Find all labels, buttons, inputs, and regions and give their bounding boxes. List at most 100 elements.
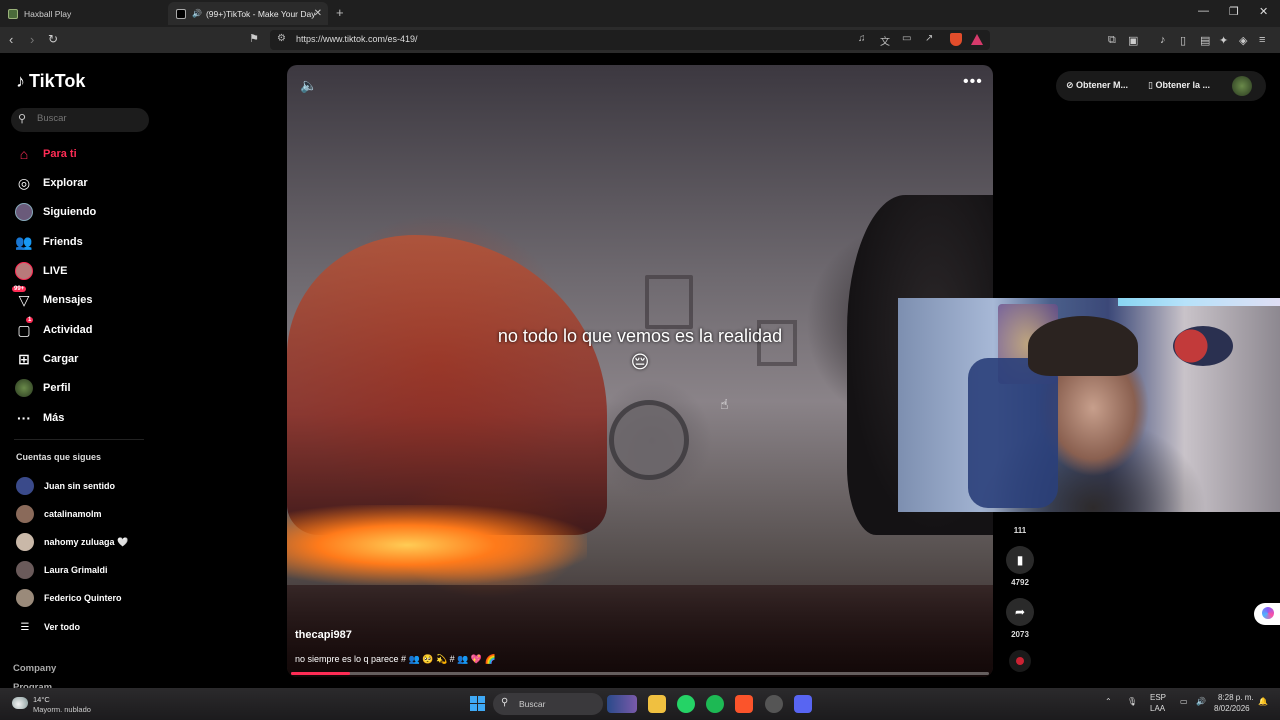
share-page-icon[interactable]: ↗ [925, 33, 933, 44]
video-author[interactable]: thecapi987 [295, 629, 352, 641]
brave-icon[interactable] [735, 695, 753, 713]
restore-button[interactable]: ❐ [1229, 5, 1239, 18]
back-button[interactable]: ‹ [9, 32, 13, 47]
profile-avatar[interactable] [1232, 76, 1252, 96]
tray-expand-icon[interactable]: ⌃ [1105, 697, 1112, 706]
haxball-favicon-icon [8, 8, 18, 19]
clock-time[interactable]: 8:28 p. m. [1218, 693, 1254, 702]
avatar [16, 505, 34, 523]
media-icon[interactable]: ♫ [858, 33, 866, 44]
sidebar-toggle-icon[interactable]: ▯ [1180, 34, 1186, 47]
live-avatar-icon [14, 261, 34, 281]
weather-widget[interactable]: 14°C Mayorm. nublado [10, 694, 110, 716]
reload-button[interactable]: ↻ [48, 32, 58, 46]
site-info-icon[interactable]: ⚙ [277, 33, 286, 44]
nav-explorar[interactable]: ◎ Explorar [14, 171, 88, 195]
music-icon[interactable]: ♪ [1160, 34, 1166, 46]
get-app-button[interactable]: ▯ Obtener la ... [1148, 80, 1210, 91]
following-item[interactable]: catalinamolm [16, 504, 102, 524]
nav-para-ti[interactable]: ⌂ Para ti [14, 142, 77, 166]
bookmark-icon[interactable]: ▮ [1006, 546, 1034, 574]
language-top[interactable]: ESP [1150, 693, 1166, 702]
home-icon: ⌂ [19, 146, 29, 162]
messages-badge: 99+ [12, 286, 27, 292]
new-tab-button[interactable]: + [336, 5, 344, 20]
nav-actividad[interactable]: ▢ 1 Actividad [14, 317, 93, 342]
spotify-icon[interactable] [706, 695, 724, 713]
music-disc-icon[interactable] [1009, 650, 1031, 672]
music-disc-action[interactable] [1005, 650, 1035, 672]
search-input[interactable] [37, 113, 137, 124]
cast-icon[interactable]: ▭ [902, 33, 911, 44]
bookmark-page-icon[interactable]: ⚑ [249, 32, 259, 45]
following-item[interactable]: Laura Grimaldi [16, 560, 108, 580]
share-action[interactable]: ➦ 2073 [1005, 598, 1035, 639]
share-icon[interactable]: ➦ [1006, 598, 1034, 626]
see-all-link[interactable]: ☰ Ver todo [16, 617, 81, 637]
search-box[interactable]: ⚲ [11, 108, 149, 132]
following-item[interactable]: nahomy zuluaga 🤍 [16, 532, 128, 552]
steam-icon[interactable] [765, 695, 783, 713]
footer-company-link[interactable]: Company [13, 663, 56, 674]
nav-live[interactable]: LIVE [14, 259, 67, 283]
following-item[interactable]: Federico Quintero [16, 588, 122, 608]
video-progress-bar[interactable] [291, 672, 989, 675]
nav-perfil[interactable]: Perfil [14, 376, 71, 400]
notification-icon[interactable]: 🔔 [1258, 697, 1268, 706]
tab-haxball[interactable]: Haxball Play [0, 2, 166, 25]
menu-icon[interactable]: ≡ [1259, 34, 1265, 46]
vpn-icon[interactable]: ◈ [1239, 34, 1247, 47]
taskbar-search[interactable]: ⚲ Buscar [493, 693, 603, 715]
video-scene-frame [645, 275, 693, 329]
speaker-icon[interactable]: 🔊 [192, 9, 202, 18]
forward-button[interactable]: › [30, 32, 34, 47]
get-coins-button[interactable]: ⊘ Obtener M... [1066, 80, 1128, 91]
more-options-icon[interactable]: ••• [963, 73, 983, 91]
activity-badge: 1 [26, 317, 34, 323]
tab-tiktok[interactable]: 🔊 (99+)TikTok - Make Your Day ✕ [168, 2, 328, 25]
bookmark-action[interactable]: ▮ 4792 [1005, 546, 1035, 587]
tiktok-logo[interactable]: ♪ TikTok [16, 71, 85, 92]
brave-rewards-icon[interactable] [971, 34, 983, 45]
volume-icon[interactable]: 🔈 [300, 77, 317, 94]
wallet-icon[interactable]: ▣ [1128, 34, 1138, 47]
windows-start-icon[interactable] [470, 696, 485, 711]
language-bottom[interactable]: LAA [1150, 704, 1165, 713]
webcam-scene-caps [1173, 326, 1233, 366]
comment-count: 111 [1013, 526, 1027, 535]
clock-date[interactable]: 8/02/2026 [1214, 704, 1250, 713]
whatsapp-icon[interactable] [677, 695, 695, 713]
windows-taskbar: 14°C Mayorm. nublado ⚲ Buscar ⌃ 🎙 ESP LA… [0, 688, 1280, 720]
nav-mensajes[interactable]: ▽ 99+ Mensajes [12, 286, 93, 312]
network-icon[interactable]: ▭ [1180, 697, 1188, 706]
hand-cursor-icon: ☝ [720, 396, 729, 412]
floating-extension-button[interactable] [1254, 603, 1280, 625]
extensions-icon[interactable]: ⧉ [1108, 34, 1116, 47]
volume-tray-icon[interactable]: 🔊 [1196, 697, 1206, 706]
nav-siguiendo[interactable]: Siguiendo [14, 200, 96, 224]
discord-icon[interactable] [794, 695, 812, 713]
leo-icon[interactable]: ✦ [1219, 34, 1228, 47]
video-player[interactable]: no todo lo que vemos es la realidad 😔 🔈 … [287, 65, 993, 677]
nav-mas[interactable]: ··· Más [14, 406, 64, 430]
brave-shield-icon[interactable] [950, 33, 962, 46]
webcam-scene-light [1118, 298, 1280, 306]
nav-friends[interactable]: 👥 Friends [14, 230, 82, 254]
close-window-button[interactable]: ✕ [1259, 5, 1268, 18]
file-explorer-icon[interactable] [648, 695, 666, 713]
list-icon: ☰ [20, 621, 30, 633]
following-avatar-icon [14, 202, 34, 222]
nav-cargar[interactable]: ⊞ Cargar [14, 347, 78, 371]
close-tab-icon[interactable]: ✕ [314, 8, 322, 19]
url-bar[interactable]: ⚙ https://www.tiktok.com/es-419/ ♫ 文 ▭ ↗ [270, 30, 990, 50]
upload-icon: ⊞ [18, 350, 30, 367]
minimize-button[interactable]: — [1198, 5, 1209, 17]
translate-icon[interactable]: 文 [880, 33, 890, 48]
search-icon: ⚲ [18, 113, 27, 125]
game-app-icon[interactable] [607, 695, 637, 713]
wallet2-icon[interactable]: ▤ [1200, 34, 1210, 47]
microphone-icon[interactable]: 🎙 [1127, 697, 1137, 706]
following-item[interactable]: Juan sin sentido [16, 476, 115, 496]
url-text[interactable]: https://www.tiktok.com/es-419/ [296, 34, 418, 44]
video-scene-clock [609, 400, 689, 480]
